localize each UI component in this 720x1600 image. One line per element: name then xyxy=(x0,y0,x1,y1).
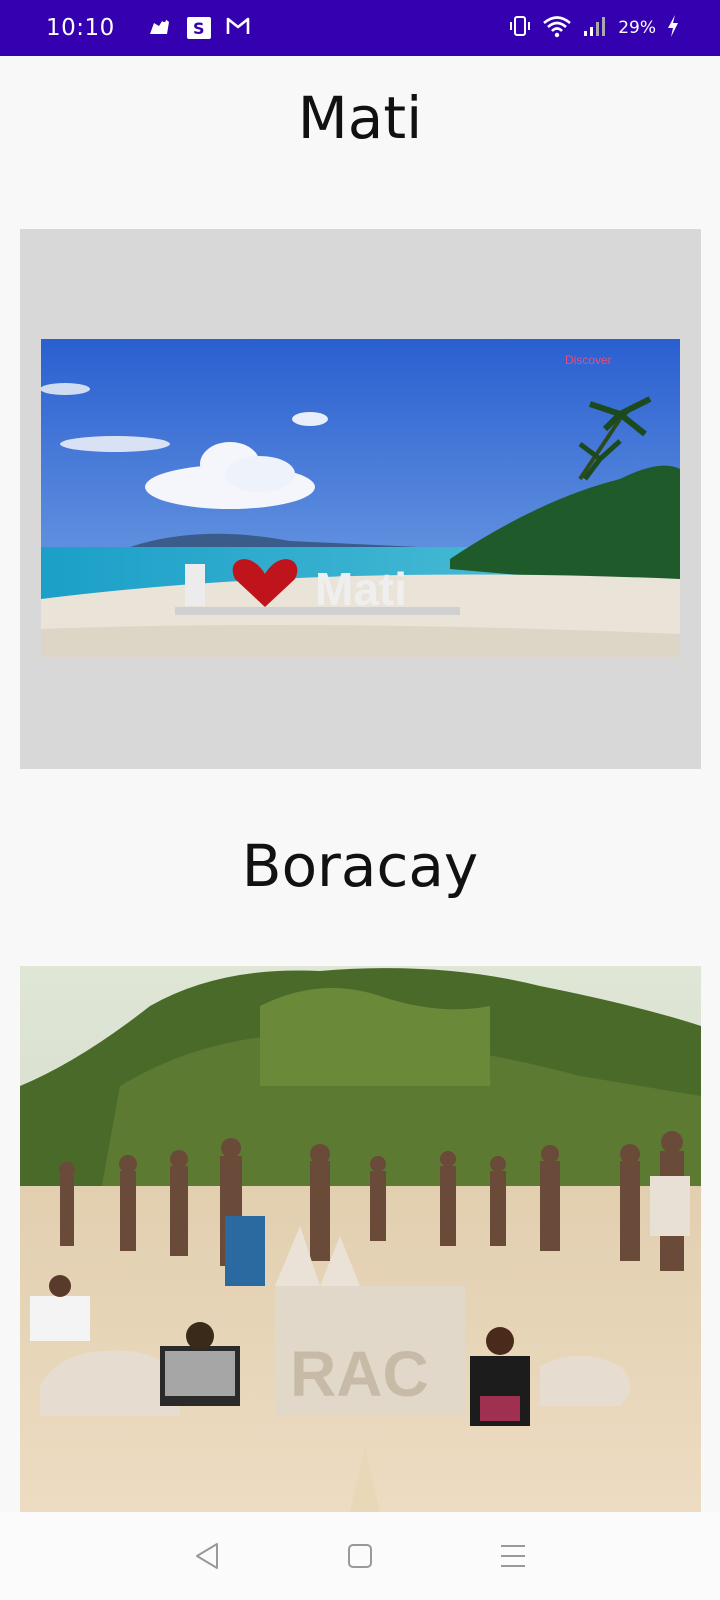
scroll-content[interactable]: Mati Mati Discover Boracay RAC xyxy=(0,56,720,1512)
wifi-icon xyxy=(542,14,572,43)
back-icon[interactable] xyxy=(187,1536,227,1576)
status-notification-icons: S xyxy=(147,14,251,43)
recents-icon[interactable] xyxy=(493,1536,533,1576)
boracay-sculpture-text: RAC xyxy=(290,1338,429,1410)
signal-icon xyxy=(582,14,608,43)
status-system-icons: 29% xyxy=(508,14,680,43)
section-title-boracay: Boracay xyxy=(241,832,479,900)
home-icon[interactable] xyxy=(340,1536,380,1576)
battery-percent: 29% xyxy=(618,18,656,38)
battery-charging-icon xyxy=(666,14,680,43)
vibrate-icon xyxy=(508,14,532,43)
navigation-bar xyxy=(0,1512,720,1600)
mati-beach-photo: Mati Discover xyxy=(40,339,680,657)
status-time: 10:10 xyxy=(46,15,115,41)
section-title-mati: Mati xyxy=(297,84,423,152)
status-bar: 10:10 S 29% xyxy=(0,0,720,56)
mati-watermark: Discover xyxy=(565,353,612,367)
paw-icon xyxy=(147,14,173,43)
mati-image-card[interactable]: Mati Discover xyxy=(20,229,701,769)
boracay-beach-photo: RAC xyxy=(20,966,701,1512)
s-app-icon: S xyxy=(186,17,211,39)
boracay-image-card[interactable]: RAC xyxy=(20,966,701,1512)
gmail-icon xyxy=(225,16,251,41)
